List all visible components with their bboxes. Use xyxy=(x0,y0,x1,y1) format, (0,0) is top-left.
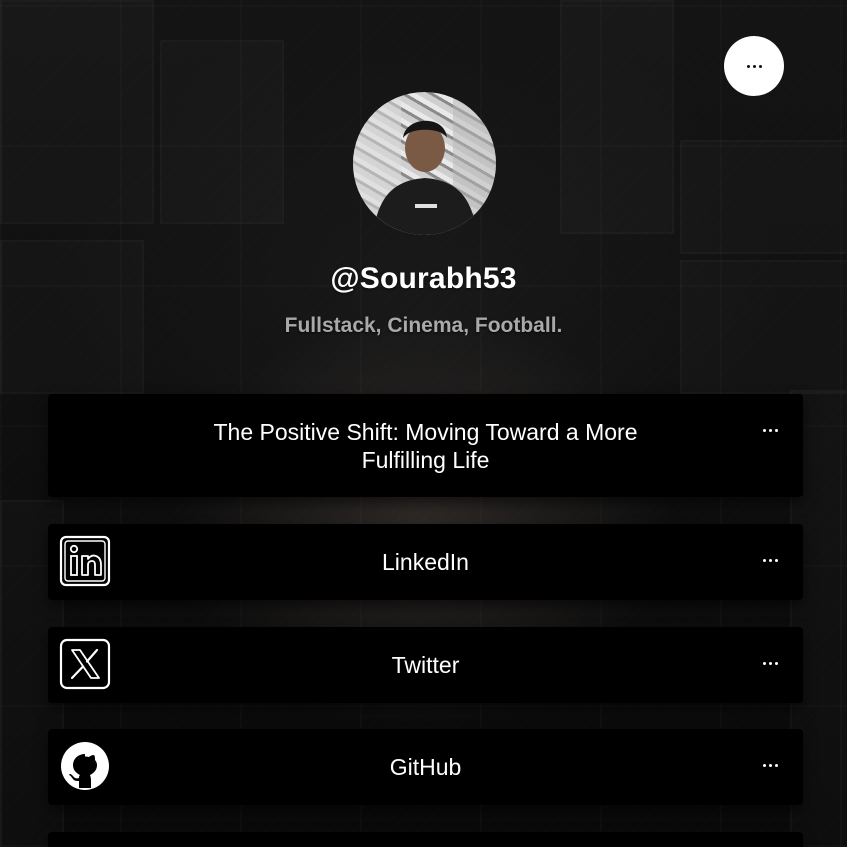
link-card-label: GitHub xyxy=(389,754,462,780)
link-card-linkedin[interactable]: LinkedIn xyxy=(48,524,803,600)
ellipsis-icon xyxy=(762,428,778,432)
link-options-button[interactable] xyxy=(759,423,781,437)
ellipsis-icon xyxy=(762,558,778,562)
link-options-button[interactable] xyxy=(759,553,781,567)
x-icon xyxy=(59,638,111,690)
link-card-label: The Positive Shift: Moving Toward a More… xyxy=(213,419,638,473)
link-options-button[interactable] xyxy=(759,758,781,772)
github-icon xyxy=(61,742,109,790)
profile-username: @Sourabh53 xyxy=(330,262,517,295)
more-options-button[interactable] xyxy=(724,36,784,96)
linkedin-icon xyxy=(59,535,111,587)
profile-page: @Sourabh53 Fullstack, Cinema, Football. … xyxy=(0,0,847,847)
link-card-twitter[interactable]: Twitter xyxy=(48,627,803,703)
link-card-github[interactable]: GitHub xyxy=(48,729,803,805)
avatar-photo xyxy=(353,92,496,235)
ellipsis-icon xyxy=(746,64,762,68)
ellipsis-icon xyxy=(762,661,778,665)
profile-bio: Fullstack, Cinema, Football. xyxy=(284,314,563,337)
link-card-featured[interactable]: The Positive Shift: Moving Toward a More… xyxy=(48,394,803,497)
link-card-label: LinkedIn xyxy=(382,549,469,575)
link-card-partial[interactable] xyxy=(48,832,803,847)
avatar xyxy=(353,92,496,235)
link-options-button[interactable] xyxy=(759,656,781,670)
ellipsis-icon xyxy=(762,763,778,767)
link-card-label: Twitter xyxy=(391,652,460,678)
